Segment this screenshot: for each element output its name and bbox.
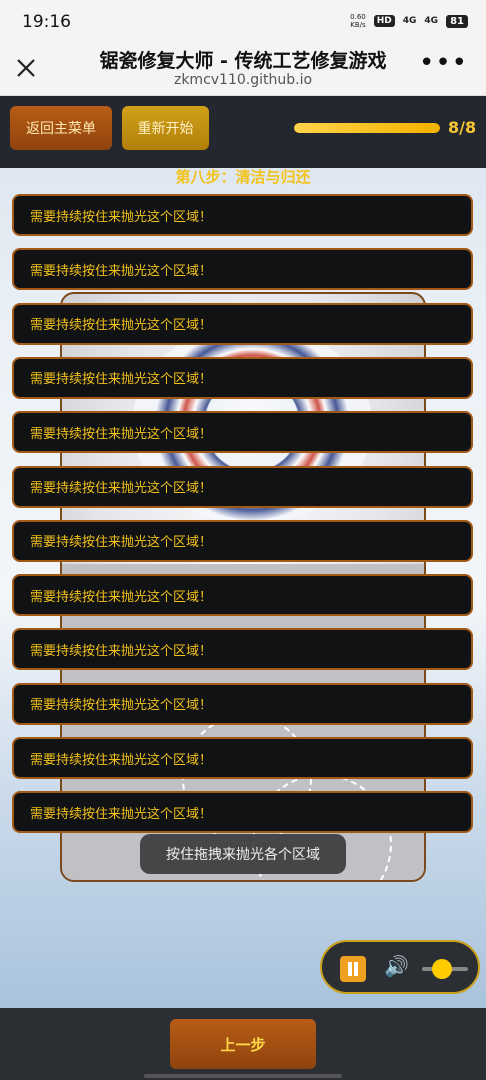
progress-fill [294, 123, 440, 133]
pause-icon[interactable] [340, 956, 366, 982]
game-toolbar: 返回主菜单 重新开始 8/8 [0, 96, 486, 168]
toast-message: 需要持续按住来抛光这个区域！ [12, 737, 473, 779]
toast-message: 需要持续按住来抛光这个区域！ [12, 574, 473, 617]
hint-tooltip: 按住拖拽来抛光各个区域 [140, 834, 346, 874]
more-icon[interactable]: ••• [419, 48, 468, 78]
progress-text: 8/8 [448, 118, 477, 137]
speaker-icon[interactable]: 🔊 [384, 954, 409, 978]
main-menu-button[interactable]: 返回主菜单 [10, 106, 112, 150]
toast-message: 需要持续按住来抛光这个区域！ [12, 194, 473, 236]
toast-message: 需要持续按住来抛光这个区域！ [12, 791, 473, 834]
toast-message: 需要持续按住来抛光这个区域！ [12, 465, 473, 508]
close-icon[interactable] [12, 54, 40, 82]
previous-step-button[interactable]: 上一步 [170, 1019, 316, 1069]
signal-icon-1: 4G [402, 16, 417, 26]
toast-message: 需要持续按住来抛光这个区域！ [12, 248, 473, 291]
toast-message: 需要持续按住来抛光这个区域！ [12, 682, 473, 725]
toast-message: 需要持续按住来抛光这个区域！ [12, 356, 473, 399]
toast-message: 需要持续按住来抛光这个区域！ [12, 519, 473, 562]
toast-message: 需要持续按住来抛光这个区域！ [12, 628, 473, 671]
signal-icon-2: 4G [424, 16, 439, 26]
progress-bar [294, 123, 440, 133]
step-title: 第八步：清洁与归还 [175, 168, 311, 186]
audio-controls: 🔊 [320, 940, 480, 994]
hd-icon: HD [373, 15, 395, 27]
status-icons: 0.60 KB/s HD 4G 4G 81 [350, 13, 468, 29]
toast-message: 需要持续按住来抛光这个区域！ [12, 411, 473, 454]
bottom-bar: 上一步 [0, 1008, 486, 1080]
page-url: zkmcv110.github.io [173, 72, 313, 88]
status-time: 19:16 [22, 12, 71, 32]
volume-slider-knob[interactable] [432, 959, 452, 979]
toast-message: 需要持续按住来抛光这个区域！ [12, 302, 473, 345]
game-area: 返回主菜单 重新开始 8/8 第八步：清洁与归还 需要持续按住来抛光这个区域！ 需… [0, 96, 486, 1008]
page-title: 锯瓷修复大师 - 传统工艺修复游戏 [99, 50, 387, 72]
network-speed: 0.60 KB/s [350, 13, 366, 29]
restart-button[interactable]: 重新开始 [122, 106, 209, 150]
browser-titlebar: 锯瓷修复大师 - 传统工艺修复游戏 zkmcv110.github.io ••• [0, 44, 486, 96]
status-bar: 19:16 0.60 KB/s HD 4G 4G 81 [0, 0, 486, 44]
home-indicator [144, 1074, 342, 1078]
battery-icon: 81 [446, 14, 468, 28]
